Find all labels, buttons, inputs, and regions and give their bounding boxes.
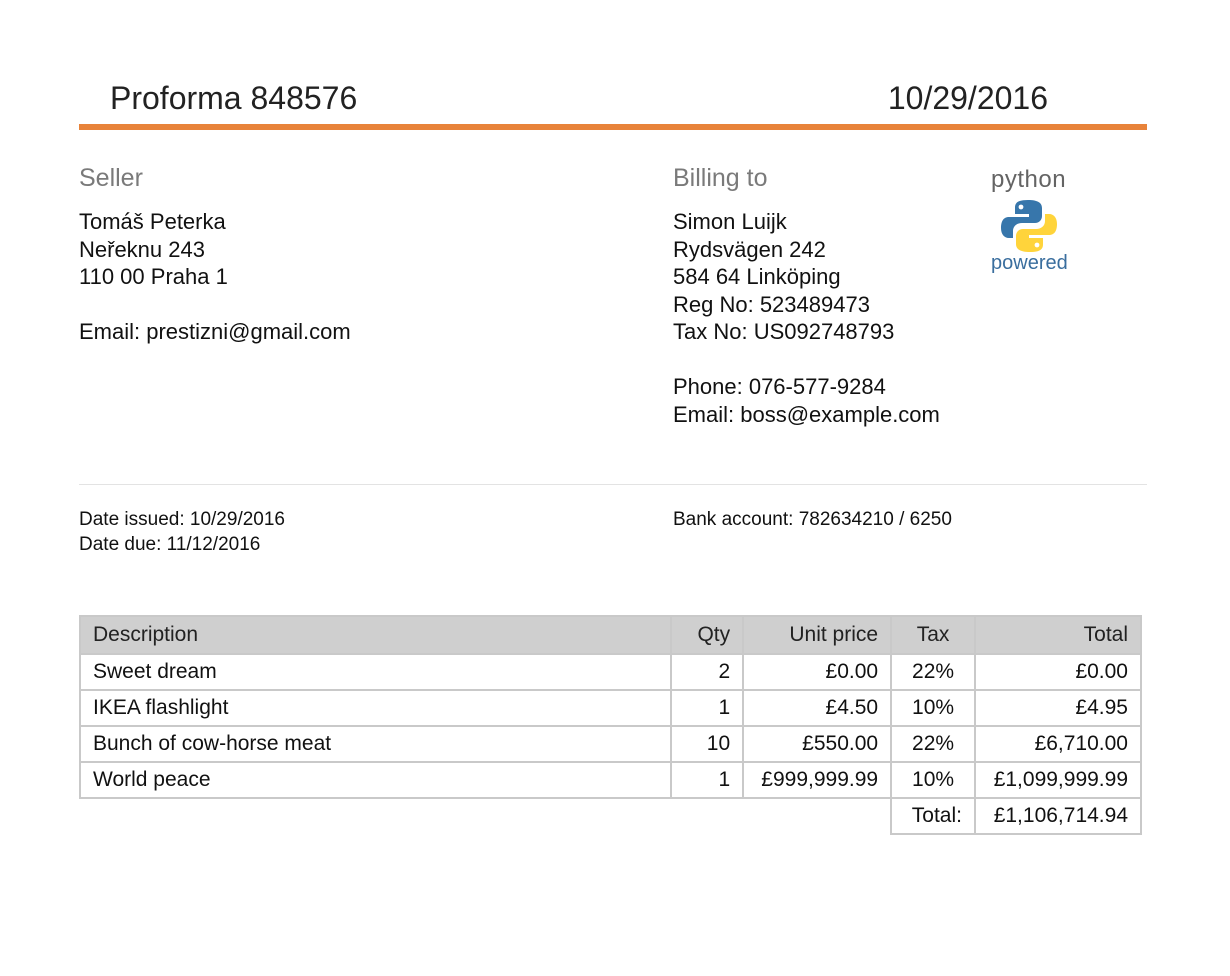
row-description: IKEA flashlight: [78, 689, 673, 727]
billing-address: Simon Luijk Rydsvägen 242 584 64 Linköpi…: [673, 208, 940, 428]
billing-phone: Phone: 076-577-9284: [673, 374, 886, 399]
grand-total-label: Total:: [890, 797, 976, 835]
row-tax: 10%: [890, 761, 976, 799]
grand-total-value: £1,106,714.94: [974, 797, 1142, 835]
bank-info: Bank account: 782634210 / 6250: [673, 507, 952, 532]
header-description: Description: [78, 615, 673, 655]
table-row: IKEA flashlight 1 £4.50 10% £4.95: [78, 689, 1142, 727]
seller-city: 110 00 Praha 1: [79, 264, 228, 289]
bank-account: Bank account: 782634210 / 6250: [673, 509, 952, 530]
section-divider: [79, 484, 1147, 485]
table-row: Bunch of cow-horse meat 10 £550.00 22% £…: [78, 725, 1142, 763]
row-tax: 22%: [890, 653, 976, 691]
row-unit-price: £999,999.99: [742, 761, 893, 799]
billing-street: Rydsvägen 242: [673, 236, 826, 262]
logo-top-text: python: [991, 166, 1067, 193]
row-tax: 22%: [890, 725, 976, 763]
header-divider: [79, 124, 1147, 130]
items-table: Description Qty Unit price Tax Total Swe…: [78, 615, 1142, 835]
row-qty: 1: [670, 689, 745, 727]
row-description: Sweet dream: [78, 653, 673, 691]
seller-email: Email: prestizni@gmail.com: [79, 319, 351, 344]
seller-heading: Seller: [79, 164, 143, 192]
header-total: Total: [974, 615, 1142, 655]
header-qty: Qty: [670, 615, 745, 655]
invoice-dates: Date issued: 10/29/2016 Date due: 11/12/…: [79, 507, 285, 557]
billing-heading: Billing to: [673, 164, 768, 192]
row-unit-price: £0.00: [742, 653, 893, 691]
row-total: £6,710.00: [974, 725, 1142, 763]
header-tax: Tax: [890, 615, 976, 655]
table-header-row: Description Qty Unit price Tax Total: [78, 615, 1142, 655]
row-qty: 10: [670, 725, 745, 763]
grand-total-row: Total: £1,106,714.94: [80, 797, 1142, 835]
billing-reg-no: Reg No: 523489473: [673, 291, 870, 317]
date-issued: Date issued: 10/29/2016: [79, 509, 285, 530]
billing-city: 584 64 Linköping: [673, 264, 841, 289]
python-logo-icon: [1001, 200, 1057, 252]
seller-address: Tomáš Peterka Neřeknu 243 110 00 Praha 1…: [79, 208, 351, 346]
row-unit-price: £550.00: [742, 725, 893, 763]
billing-email: Email: boss@example.com: [673, 401, 940, 427]
row-description: Bunch of cow-horse meat: [78, 725, 673, 763]
billing-tax-no: Tax No: US092748793: [673, 319, 895, 344]
seller-street: Neřeknu 243: [79, 236, 205, 262]
row-qty: 1: [670, 761, 745, 799]
row-total: £1,099,999.99: [974, 761, 1142, 799]
seller-name: Tomáš Peterka: [79, 209, 226, 234]
table-row: Sweet dream 2 £0.00 22% £0.00: [78, 653, 1142, 691]
date-due: Date due: 11/12/2016: [79, 534, 261, 555]
row-unit-price: £4.50: [742, 689, 893, 727]
row-total: £4.95: [974, 689, 1142, 727]
document-date: 10/29/2016: [887, 80, 1048, 116]
document-title: Proforma 848576: [110, 80, 358, 116]
billing-name: Simon Luijk: [673, 209, 787, 234]
row-qty: 2: [670, 653, 745, 691]
python-powered-logo: python powered: [988, 166, 1072, 276]
row-description: World peace: [78, 761, 673, 799]
table-row: World peace 1 £999,999.99 10% £1,099,999…: [78, 761, 1142, 799]
row-tax: 10%: [890, 689, 976, 727]
logo-bottom-text: powered: [991, 252, 1068, 274]
header-unit-price: Unit price: [742, 615, 893, 655]
row-total: £0.00: [974, 653, 1142, 691]
